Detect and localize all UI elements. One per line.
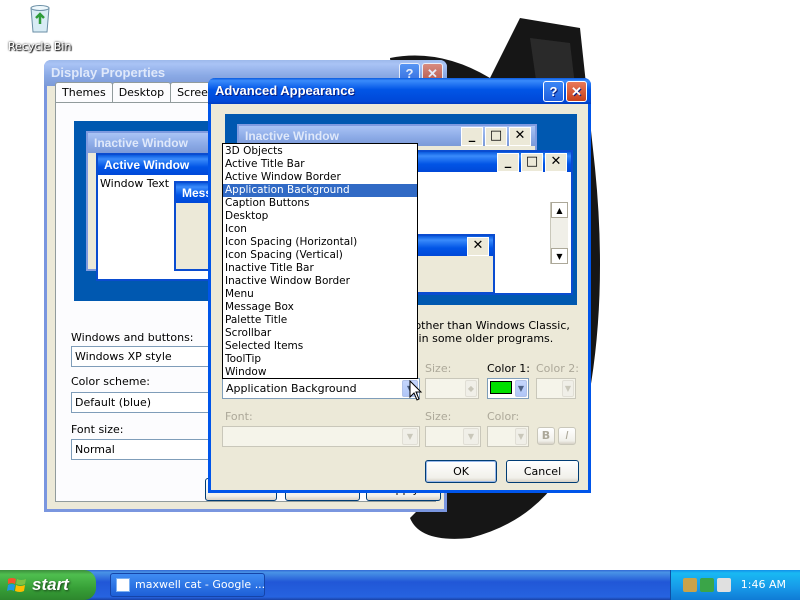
windows-logo-icon [7, 578, 26, 592]
recycle-bin-desktop-icon[interactable]: Recycle Bin [8, 2, 72, 53]
dropdown-item[interactable]: Icon Spacing (Vertical) [223, 249, 417, 262]
display-properties-tabs: Themes Desktop Screen S [55, 82, 233, 103]
item-select-value: Application Background [226, 382, 357, 395]
font-color-label: Color: [487, 410, 520, 423]
recycle-bin-icon [30, 5, 50, 33]
color2-label: Color 2: [536, 362, 579, 375]
chevron-down-icon[interactable]: ▼ [515, 380, 527, 397]
color1-swatch [490, 381, 512, 394]
close-icon: ✕ [545, 153, 567, 172]
chevron-down-icon: ▼ [463, 428, 479, 445]
advanced-appearance-title-bar[interactable]: Advanced Appearance ? ✕ [208, 78, 591, 104]
chevron-down-icon: ▼ [402, 428, 418, 445]
chevron-down-icon: ▼ [515, 428, 527, 445]
font-size-label: Size: [425, 410, 452, 423]
close-button[interactable]: ✕ [566, 81, 587, 102]
windows-buttons-value: Windows XP style [75, 350, 172, 363]
font-size-value: Normal [75, 443, 115, 456]
dropdown-item[interactable]: Desktop [223, 210, 417, 223]
cancel-button[interactable]: Cancel [506, 460, 579, 483]
dropdown-item[interactable]: Message Box [223, 301, 417, 314]
dropdown-item[interactable]: 3D Objects [223, 145, 417, 158]
browser-window-icon [116, 578, 130, 592]
dropdown-item[interactable]: Selected Items [223, 340, 417, 353]
color-scheme-label: Color scheme: [71, 375, 150, 388]
chevron-down-icon: ▼ [562, 380, 574, 397]
recycle-bin-label: Recycle Bin [8, 40, 72, 53]
italic-button[interactable]: I [558, 427, 576, 445]
item-select[interactable]: Application Background ▼ [222, 378, 420, 399]
item-dropdown-list: 3D Objects Active Title Bar Active Window … [222, 143, 418, 379]
preview-scrollbar: ▲ ▼ [550, 202, 568, 264]
mouse-cursor-icon [409, 380, 423, 401]
tab-themes[interactable]: Themes [55, 82, 113, 103]
tray-network-icon[interactable] [700, 578, 714, 592]
taskbar-item-browser[interactable]: maxwell cat - Google ... [110, 573, 265, 597]
font-size-select[interactable]: ▼ [425, 426, 481, 447]
font-color-picker[interactable]: ▼ [487, 426, 529, 447]
color-scheme-value: Default (blue) [75, 396, 152, 409]
spinner-icon: ◆ [465, 380, 477, 397]
dropdown-item[interactable]: Inactive Title Bar [223, 262, 417, 275]
tab-desktop[interactable]: Desktop [111, 82, 172, 103]
minimize-icon: _ [461, 127, 483, 146]
maximize-icon: □ [521, 153, 543, 172]
close-icon: ✕ [509, 127, 531, 146]
dropdown-item[interactable]: Palette Title [223, 314, 417, 327]
volume-icon[interactable] [717, 578, 731, 592]
color1-label: Color 1: [487, 362, 530, 375]
scroll-down-icon: ▼ [551, 248, 568, 264]
adv-preview-message-box: ✕ [405, 234, 495, 294]
start-label: start [32, 575, 69, 594]
dropdown-item[interactable]: Scrollbar [223, 327, 417, 340]
font-size-select[interactable]: Normal [71, 439, 221, 460]
item-size-spinner[interactable]: ◆ [425, 378, 479, 399]
dropdown-item[interactable]: ToolTip [223, 353, 417, 366]
taskbar-item-label: maxwell cat - Google ... [135, 578, 265, 591]
scroll-up-icon: ▲ [551, 202, 568, 218]
color2-picker[interactable]: ▼ [536, 378, 576, 399]
dropdown-item[interactable]: Window [223, 366, 417, 379]
close-icon: ✕ [467, 237, 489, 256]
bold-button[interactable]: B [537, 427, 555, 445]
font-label: Font: [225, 410, 253, 423]
dropdown-item[interactable]: Active Title Bar [223, 158, 417, 171]
display-properties-title: Display Properties [51, 65, 166, 80]
tray-app-icon[interactable] [683, 578, 697, 592]
dropdown-item[interactable]: Caption Buttons [223, 197, 417, 210]
minimize-icon: _ [497, 153, 519, 172]
description-line1: ng other than Windows Classic, [397, 319, 570, 332]
dropdown-item[interactable]: Menu [223, 288, 417, 301]
dropdown-item[interactable]: Application Background [223, 184, 417, 197]
dropdown-item[interactable]: Inactive Window Border [223, 275, 417, 288]
windows-buttons-label: Windows and buttons: [71, 331, 194, 344]
size-label: Size: [425, 362, 452, 375]
windows-buttons-select[interactable]: Windows XP style [71, 346, 221, 367]
clock: 1:46 AM [740, 578, 786, 591]
dropdown-item[interactable]: Icon [223, 223, 417, 236]
taskbar: start maxwell cat - Google ... 1:46 AM [0, 570, 800, 600]
dropdown-item[interactable]: Icon Spacing (Horizontal) [223, 236, 417, 249]
ok-button[interactable]: OK [425, 460, 497, 483]
help-button[interactable]: ? [543, 81, 564, 102]
font-select[interactable]: ▼ [222, 426, 420, 447]
description-line2: ept in some older programs. [397, 332, 554, 345]
font-size-label: Font size: [71, 423, 124, 436]
system-tray: 1:46 AM [670, 570, 800, 600]
color1-picker[interactable]: ▼ [487, 378, 529, 399]
advanced-appearance-title: Advanced Appearance [215, 83, 355, 98]
dropdown-item[interactable]: Active Window Border [223, 171, 417, 184]
start-button[interactable]: start [0, 570, 96, 600]
color-scheme-select[interactable]: Default (blue) [71, 392, 221, 413]
maximize-icon: □ [485, 127, 507, 146]
